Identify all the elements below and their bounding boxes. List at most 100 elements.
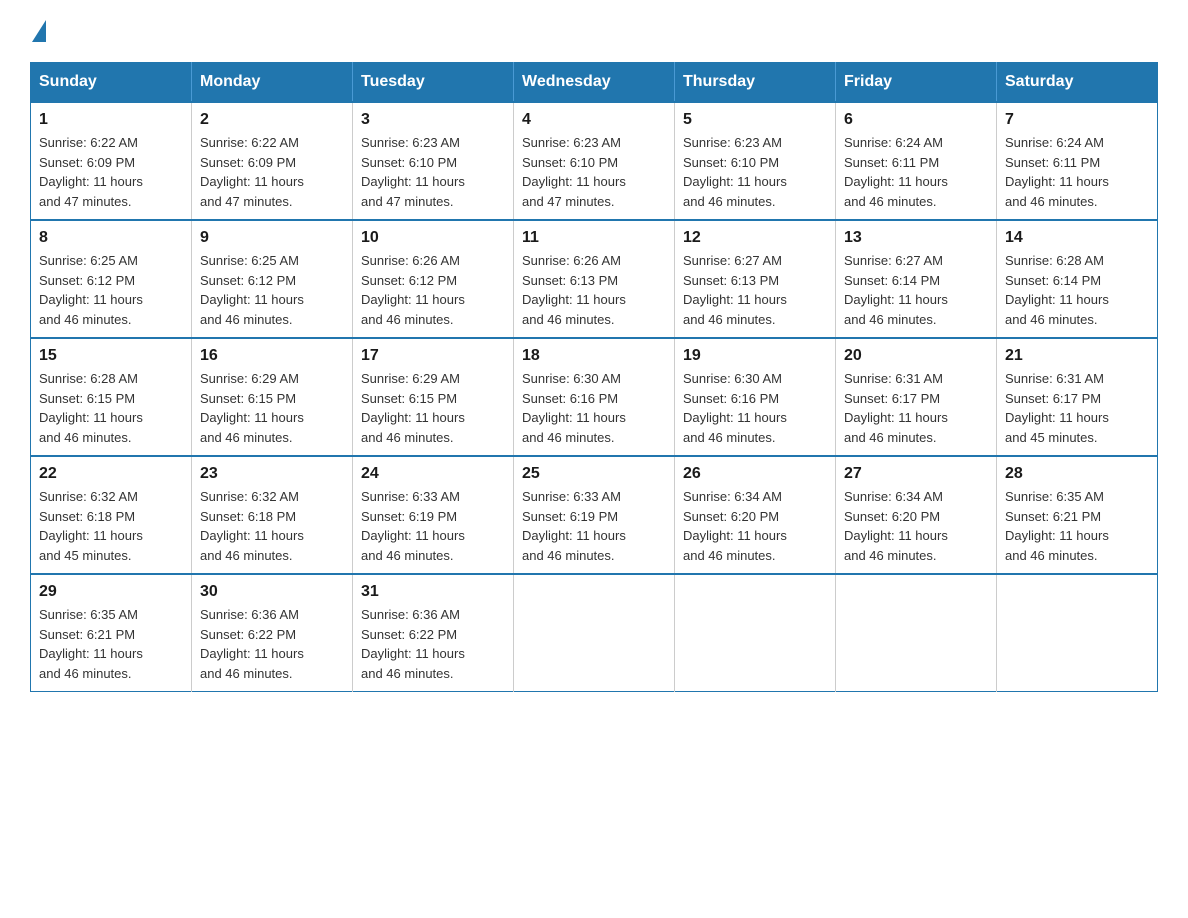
page-header xyxy=(30,20,1158,42)
calendar-cell: 13 Sunrise: 6:27 AMSunset: 6:14 PMDaylig… xyxy=(836,220,997,338)
day-info: Sunrise: 6:23 AMSunset: 6:10 PMDaylight:… xyxy=(361,135,465,209)
day-number: 12 xyxy=(683,229,827,247)
day-info: Sunrise: 6:25 AMSunset: 6:12 PMDaylight:… xyxy=(39,253,143,327)
day-number: 5 xyxy=(683,111,827,129)
calendar-cell: 1 Sunrise: 6:22 AMSunset: 6:09 PMDayligh… xyxy=(31,102,192,220)
day-number: 25 xyxy=(522,465,666,483)
day-number: 7 xyxy=(1005,111,1149,129)
day-info: Sunrise: 6:23 AMSunset: 6:10 PMDaylight:… xyxy=(683,135,787,209)
calendar-week-1: 1 Sunrise: 6:22 AMSunset: 6:09 PMDayligh… xyxy=(31,102,1158,220)
calendar-cell: 22 Sunrise: 6:32 AMSunset: 6:18 PMDaylig… xyxy=(31,456,192,574)
day-info: Sunrise: 6:34 AMSunset: 6:20 PMDaylight:… xyxy=(683,489,787,563)
calendar-cell: 10 Sunrise: 6:26 AMSunset: 6:12 PMDaylig… xyxy=(353,220,514,338)
day-info: Sunrise: 6:23 AMSunset: 6:10 PMDaylight:… xyxy=(522,135,626,209)
day-info: Sunrise: 6:28 AMSunset: 6:15 PMDaylight:… xyxy=(39,371,143,445)
day-info: Sunrise: 6:32 AMSunset: 6:18 PMDaylight:… xyxy=(39,489,143,563)
day-number: 1 xyxy=(39,111,183,129)
day-number: 28 xyxy=(1005,465,1149,483)
day-number: 3 xyxy=(361,111,505,129)
day-header-sunday: Sunday xyxy=(31,63,192,103)
calendar-cell: 16 Sunrise: 6:29 AMSunset: 6:15 PMDaylig… xyxy=(192,338,353,456)
day-info: Sunrise: 6:24 AMSunset: 6:11 PMDaylight:… xyxy=(844,135,948,209)
day-header-thursday: Thursday xyxy=(675,63,836,103)
day-info: Sunrise: 6:24 AMSunset: 6:11 PMDaylight:… xyxy=(1005,135,1109,209)
day-info: Sunrise: 6:35 AMSunset: 6:21 PMDaylight:… xyxy=(1005,489,1109,563)
calendar-cell: 19 Sunrise: 6:30 AMSunset: 6:16 PMDaylig… xyxy=(675,338,836,456)
calendar-cell xyxy=(675,574,836,692)
calendar-cell: 9 Sunrise: 6:25 AMSunset: 6:12 PMDayligh… xyxy=(192,220,353,338)
day-info: Sunrise: 6:36 AMSunset: 6:22 PMDaylight:… xyxy=(361,607,465,681)
day-info: Sunrise: 6:28 AMSunset: 6:14 PMDaylight:… xyxy=(1005,253,1109,327)
logo-triangle-icon xyxy=(32,20,46,42)
calendar-cell: 12 Sunrise: 6:27 AMSunset: 6:13 PMDaylig… xyxy=(675,220,836,338)
calendar-cell: 25 Sunrise: 6:33 AMSunset: 6:19 PMDaylig… xyxy=(514,456,675,574)
day-info: Sunrise: 6:29 AMSunset: 6:15 PMDaylight:… xyxy=(361,371,465,445)
day-number: 6 xyxy=(844,111,988,129)
calendar-week-5: 29 Sunrise: 6:35 AMSunset: 6:21 PMDaylig… xyxy=(31,574,1158,692)
calendar-cell xyxy=(514,574,675,692)
calendar-cell: 17 Sunrise: 6:29 AMSunset: 6:15 PMDaylig… xyxy=(353,338,514,456)
day-number: 20 xyxy=(844,347,988,365)
day-info: Sunrise: 6:26 AMSunset: 6:13 PMDaylight:… xyxy=(522,253,626,327)
calendar-cell: 27 Sunrise: 6:34 AMSunset: 6:20 PMDaylig… xyxy=(836,456,997,574)
day-info: Sunrise: 6:22 AMSunset: 6:09 PMDaylight:… xyxy=(39,135,143,209)
day-info: Sunrise: 6:33 AMSunset: 6:19 PMDaylight:… xyxy=(522,489,626,563)
day-number: 23 xyxy=(200,465,344,483)
day-info: Sunrise: 6:30 AMSunset: 6:16 PMDaylight:… xyxy=(522,371,626,445)
day-number: 27 xyxy=(844,465,988,483)
calendar-cell: 23 Sunrise: 6:32 AMSunset: 6:18 PMDaylig… xyxy=(192,456,353,574)
calendar-cell: 26 Sunrise: 6:34 AMSunset: 6:20 PMDaylig… xyxy=(675,456,836,574)
calendar-cell: 4 Sunrise: 6:23 AMSunset: 6:10 PMDayligh… xyxy=(514,102,675,220)
day-info: Sunrise: 6:27 AMSunset: 6:14 PMDaylight:… xyxy=(844,253,948,327)
day-number: 19 xyxy=(683,347,827,365)
day-info: Sunrise: 6:29 AMSunset: 6:15 PMDaylight:… xyxy=(200,371,304,445)
day-info: Sunrise: 6:35 AMSunset: 6:21 PMDaylight:… xyxy=(39,607,143,681)
calendar-cell: 7 Sunrise: 6:24 AMSunset: 6:11 PMDayligh… xyxy=(997,102,1158,220)
day-number: 2 xyxy=(200,111,344,129)
calendar-cell: 15 Sunrise: 6:28 AMSunset: 6:15 PMDaylig… xyxy=(31,338,192,456)
day-number: 21 xyxy=(1005,347,1149,365)
day-number: 22 xyxy=(39,465,183,483)
calendar-cell: 20 Sunrise: 6:31 AMSunset: 6:17 PMDaylig… xyxy=(836,338,997,456)
day-header-tuesday: Tuesday xyxy=(353,63,514,103)
calendar-cell: 28 Sunrise: 6:35 AMSunset: 6:21 PMDaylig… xyxy=(997,456,1158,574)
day-number: 18 xyxy=(522,347,666,365)
day-number: 9 xyxy=(200,229,344,247)
calendar-cell: 11 Sunrise: 6:26 AMSunset: 6:13 PMDaylig… xyxy=(514,220,675,338)
calendar-header-row: SundayMondayTuesdayWednesdayThursdayFrid… xyxy=(31,63,1158,103)
day-number: 4 xyxy=(522,111,666,129)
calendar-cell: 31 Sunrise: 6:36 AMSunset: 6:22 PMDaylig… xyxy=(353,574,514,692)
day-info: Sunrise: 6:32 AMSunset: 6:18 PMDaylight:… xyxy=(200,489,304,563)
calendar-week-4: 22 Sunrise: 6:32 AMSunset: 6:18 PMDaylig… xyxy=(31,456,1158,574)
day-info: Sunrise: 6:33 AMSunset: 6:19 PMDaylight:… xyxy=(361,489,465,563)
day-header-saturday: Saturday xyxy=(997,63,1158,103)
calendar-week-2: 8 Sunrise: 6:25 AMSunset: 6:12 PMDayligh… xyxy=(31,220,1158,338)
calendar-cell xyxy=(836,574,997,692)
day-number: 14 xyxy=(1005,229,1149,247)
logo xyxy=(30,20,48,42)
day-info: Sunrise: 6:26 AMSunset: 6:12 PMDaylight:… xyxy=(361,253,465,327)
day-number: 30 xyxy=(200,583,344,601)
calendar-cell xyxy=(997,574,1158,692)
day-info: Sunrise: 6:31 AMSunset: 6:17 PMDaylight:… xyxy=(844,371,948,445)
calendar-cell: 3 Sunrise: 6:23 AMSunset: 6:10 PMDayligh… xyxy=(353,102,514,220)
day-header-wednesday: Wednesday xyxy=(514,63,675,103)
calendar-cell: 14 Sunrise: 6:28 AMSunset: 6:14 PMDaylig… xyxy=(997,220,1158,338)
day-number: 29 xyxy=(39,583,183,601)
day-info: Sunrise: 6:31 AMSunset: 6:17 PMDaylight:… xyxy=(1005,371,1109,445)
calendar-cell: 30 Sunrise: 6:36 AMSunset: 6:22 PMDaylig… xyxy=(192,574,353,692)
day-number: 31 xyxy=(361,583,505,601)
day-number: 11 xyxy=(522,229,666,247)
day-info: Sunrise: 6:30 AMSunset: 6:16 PMDaylight:… xyxy=(683,371,787,445)
calendar-cell: 2 Sunrise: 6:22 AMSunset: 6:09 PMDayligh… xyxy=(192,102,353,220)
calendar-cell: 8 Sunrise: 6:25 AMSunset: 6:12 PMDayligh… xyxy=(31,220,192,338)
day-number: 10 xyxy=(361,229,505,247)
day-number: 26 xyxy=(683,465,827,483)
calendar-cell: 18 Sunrise: 6:30 AMSunset: 6:16 PMDaylig… xyxy=(514,338,675,456)
calendar-table: SundayMondayTuesdayWednesdayThursdayFrid… xyxy=(30,62,1158,692)
day-number: 24 xyxy=(361,465,505,483)
day-number: 17 xyxy=(361,347,505,365)
day-info: Sunrise: 6:27 AMSunset: 6:13 PMDaylight:… xyxy=(683,253,787,327)
calendar-cell: 21 Sunrise: 6:31 AMSunset: 6:17 PMDaylig… xyxy=(997,338,1158,456)
calendar-cell: 5 Sunrise: 6:23 AMSunset: 6:10 PMDayligh… xyxy=(675,102,836,220)
